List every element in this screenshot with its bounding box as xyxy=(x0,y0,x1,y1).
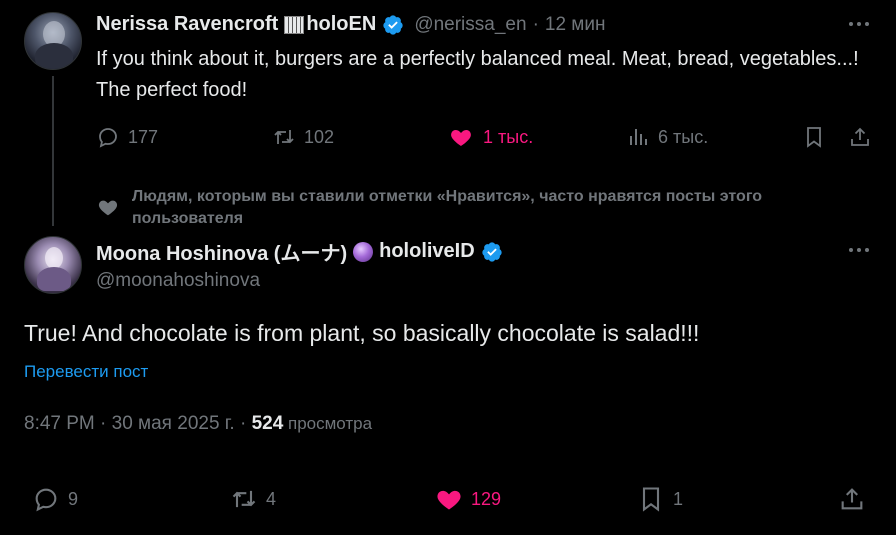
views-label: просмотра xyxy=(283,414,373,433)
translate-link[interactable]: Перевести пост xyxy=(24,362,148,382)
verified-badge-icon xyxy=(383,14,403,35)
analytics-icon xyxy=(630,129,647,145)
retweet-icon xyxy=(232,490,256,508)
author-name[interactable]: Nerissa Ravencroft xyxy=(96,13,278,36)
bookmark-count: 1 xyxy=(673,488,684,509)
crystal-ball-emoji-icon xyxy=(353,241,374,262)
share-icon xyxy=(851,127,869,146)
views-button[interactable]: 6 тыс. xyxy=(626,125,708,149)
thread-line xyxy=(52,76,54,226)
moona-avatar[interactable] xyxy=(24,236,82,294)
like-button[interactable]: 1 тыс. xyxy=(449,125,533,149)
retweet-button[interactable]: 102 xyxy=(272,125,334,149)
more-options-icon[interactable] xyxy=(846,14,872,34)
retweet-button[interactable]: 4 xyxy=(230,485,276,513)
reply-icon xyxy=(99,128,117,148)
author-handle[interactable]: @moonahoshinova xyxy=(96,270,260,292)
nerissa-avatar[interactable] xyxy=(24,12,82,70)
main-tweet-text: True! And chocolate is from plant, so ba… xyxy=(24,320,700,346)
share-button[interactable] xyxy=(848,125,872,154)
retweet-count: 4 xyxy=(266,488,277,509)
reply-count: 9 xyxy=(68,488,79,509)
heart-filled-icon xyxy=(437,490,461,510)
heart-filled-icon xyxy=(451,130,471,146)
bookmark-icon xyxy=(642,487,660,512)
share-button[interactable] xyxy=(838,485,866,518)
more-options-icon[interactable] xyxy=(846,240,872,260)
views-count: 6 тыс. xyxy=(658,126,709,147)
like-count: 1 тыс. xyxy=(483,126,534,147)
bookmark-button[interactable]: 1 xyxy=(637,485,683,513)
tweet-timestamp[interactable]: 8:47 PM · 30 мая 2025 г. · xyxy=(24,413,252,434)
retweet-count: 102 xyxy=(304,126,335,147)
bookmark-button[interactable] xyxy=(802,125,826,154)
reply-button[interactable]: 9 xyxy=(32,485,78,513)
reply-count: 177 xyxy=(128,126,159,147)
bookmark-icon xyxy=(807,127,821,148)
author-handle[interactable]: @nerissa_en xyxy=(414,14,526,36)
reply-icon xyxy=(35,488,57,512)
heart-small-icon xyxy=(98,200,118,216)
tweet-text: If you think about it, burgers are a per… xyxy=(96,48,859,101)
views-count: 524 xyxy=(251,413,284,434)
author-name[interactable]: Moona Hoshinova (ムーナ) xyxy=(96,237,347,266)
author-org[interactable]: holoEN xyxy=(306,13,376,36)
reply-button[interactable]: 177 xyxy=(96,125,158,149)
like-count: 129 xyxy=(471,488,502,509)
author-org[interactable]: hololiveID xyxy=(379,240,475,263)
retweet-icon xyxy=(274,130,294,144)
social-context-text: Людям, которым вы ставили отметки «Нрави… xyxy=(132,188,763,227)
piano-emoji-icon xyxy=(284,15,305,34)
separator: · xyxy=(532,13,539,35)
tweet-time[interactable]: 12 мин xyxy=(545,14,606,36)
share-icon xyxy=(841,488,863,510)
like-button[interactable]: 129 xyxy=(435,485,501,513)
verified-badge-icon xyxy=(482,241,502,262)
